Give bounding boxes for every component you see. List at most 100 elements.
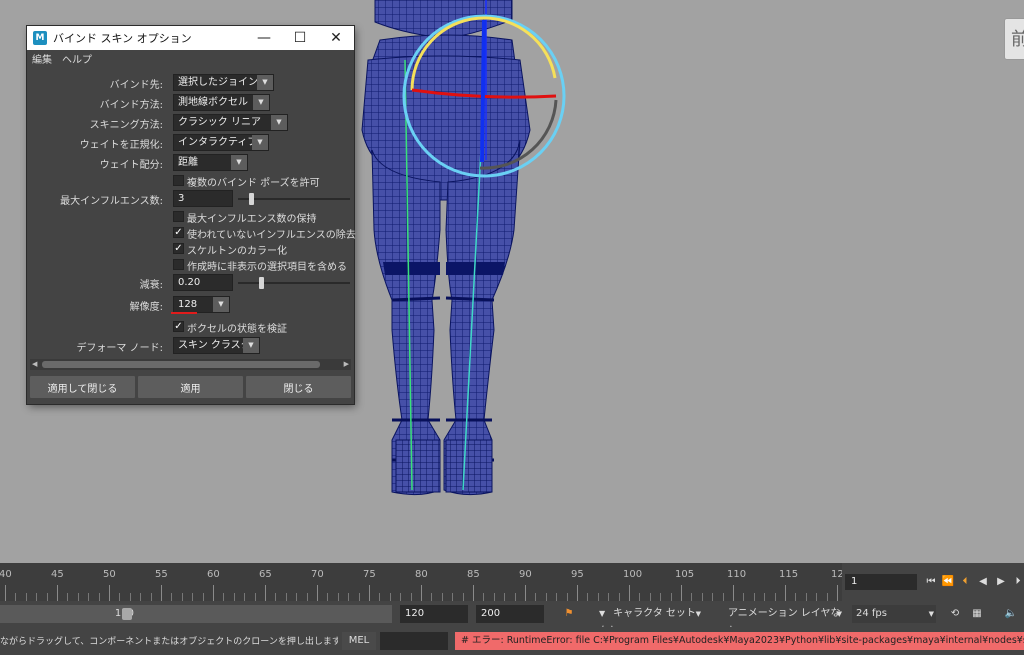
- ruler-minor-tick: [722, 593, 724, 601]
- play-backwards-icon[interactable]: ◀: [976, 575, 990, 589]
- ruler-minor-tick: [493, 593, 495, 601]
- bind-to-label: バインド先:: [109, 80, 163, 91]
- skinning-method-dropdown[interactable]: クラシック リニア ▼: [173, 114, 288, 131]
- multiple-bind-poses-checkbox[interactable]: [173, 175, 184, 186]
- step-back-key-icon[interactable]: ⏴: [958, 575, 972, 589]
- ruler-minor-tick: [254, 593, 256, 601]
- animation-end-field[interactable]: 200: [476, 605, 544, 623]
- ruler-minor-tick: [691, 593, 693, 601]
- ruler-tick: [681, 585, 682, 601]
- weight-distribution-dropdown[interactable]: 距離 ▼: [173, 154, 248, 171]
- character-set-dropdown[interactable]: ▼キャラクタ セットなし▼: [595, 605, 703, 637]
- horizontal-scrollbar[interactable]: ◀ ▶: [30, 359, 351, 370]
- ruler-minor-tick: [618, 593, 620, 601]
- validate-voxel-checkbox[interactable]: ✓: [173, 321, 184, 332]
- ruler-minor-tick: [348, 593, 350, 601]
- step-back-frame-icon[interactable]: ⏪: [941, 575, 955, 589]
- error-output[interactable]: # エラー: RuntimeError: file C:¥Program Fil…: [455, 632, 1024, 650]
- animation-layer-dropdown[interactable]: アニメーション レイヤなし▼: [724, 605, 844, 637]
- bind-to-dropdown[interactable]: 選択したジョイント ▼: [173, 74, 274, 91]
- time-ruler[interactable]: 40 45 50 55 60 65 70 75 80 85 90 95 100 105 110 115 120: [0, 563, 842, 601]
- ruler-minor-tick: [358, 593, 360, 601]
- loop-icon[interactable]: ⟲: [948, 607, 962, 621]
- multiple-bind-poses-row: 複数のバインド ポーズを許可: [30, 172, 351, 190]
- ruler-tick: [577, 585, 578, 601]
- view-cube[interactable]: 前: [1004, 18, 1024, 60]
- ruler-minor-tick: [150, 593, 152, 601]
- play-forwards-icon[interactable]: ▶: [994, 575, 1008, 589]
- falloff-slider-thumb[interactable]: [259, 277, 265, 289]
- ruler-tick: [733, 585, 734, 601]
- max-influences-slider[interactable]: [238, 193, 350, 205]
- step-forward-key-icon[interactable]: ⏵: [1011, 575, 1024, 589]
- mel-toggle-button[interactable]: MEL: [342, 632, 376, 650]
- max-influences-field[interactable]: 3: [173, 190, 233, 207]
- scroll-right-icon[interactable]: ▶: [344, 359, 349, 370]
- chevron-down-icon: ▼: [252, 135, 268, 150]
- colorize-skeleton-checkbox[interactable]: ✓: [173, 243, 184, 254]
- bind-method-dropdown[interactable]: 測地線ボクセル ▼: [173, 94, 270, 111]
- ruler-minor-tick: [98, 593, 100, 601]
- playback-end-field[interactable]: 120: [400, 605, 468, 623]
- falloff-field[interactable]: 0.20: [173, 274, 233, 291]
- chevron-down-icon: ▼: [257, 75, 273, 90]
- maximize-icon: ☐: [293, 30, 307, 46]
- close-button[interactable]: 閉じる: [246, 376, 351, 398]
- skinning-method-row: スキニング方法: クラシック リニア ▼: [30, 114, 351, 132]
- range-slider-bar[interactable]: 120: [0, 605, 392, 623]
- dialog-buttons: 適用して閉じる 適用 閉じる: [30, 376, 351, 398]
- ruler-minor-tick: [701, 593, 703, 601]
- ruler-minor-tick: [816, 593, 818, 601]
- skinning-method-label: スキニング方法:: [89, 120, 163, 131]
- ruler-minor-tick: [566, 593, 568, 601]
- minimize-button[interactable]: —: [246, 26, 282, 50]
- ruler-minor-tick: [223, 593, 225, 601]
- apply-button[interactable]: 適用: [138, 376, 243, 398]
- resolution-dropdown[interactable]: 128 ▼: [173, 296, 230, 313]
- maintain-max-influences-checkbox[interactable]: [173, 211, 184, 222]
- menu-edit[interactable]: 編集: [32, 51, 52, 66]
- maximize-button[interactable]: ☐: [282, 26, 318, 50]
- deformer-node-dropdown[interactable]: スキン クラスタ ▼: [173, 337, 260, 354]
- ruler-tick-label: 40: [0, 569, 12, 580]
- range-slider-handle[interactable]: [122, 608, 132, 620]
- fps-dropdown[interactable]: 24 fps ▼: [852, 605, 936, 623]
- go-to-start-icon[interactable]: ⏮: [924, 575, 938, 589]
- max-influences-slider-thumb[interactable]: [248, 193, 254, 205]
- auto-key-icon[interactable]: ⚑: [562, 607, 576, 621]
- remove-unused-influences-checkbox[interactable]: ✓: [173, 227, 184, 238]
- maya-app-icon: M: [33, 31, 47, 45]
- ruler-minor-tick: [337, 593, 339, 601]
- rotate-manipulator-blue: [480, 19, 486, 163]
- scrollbar-thumb[interactable]: [42, 361, 320, 368]
- falloff-slider[interactable]: [238, 277, 350, 289]
- ruler-minor-tick: [233, 593, 235, 601]
- minimize-icon: —: [257, 30, 271, 46]
- menu-help[interactable]: ヘルプ: [62, 51, 92, 66]
- bind-and-close-button[interactable]: 適用して閉じる: [30, 376, 135, 398]
- playback-options-icon[interactable]: ▦: [970, 607, 984, 621]
- bind-to-value: 選択したジョイント: [178, 77, 268, 88]
- current-frame-field[interactable]: 1: [845, 574, 917, 590]
- ruler-minor-tick: [743, 593, 745, 601]
- view-cube-label: 前: [1011, 29, 1024, 50]
- bind-to-row: バインド先: 選択したジョイント ▼: [30, 74, 351, 92]
- ruler-tick: [369, 585, 370, 601]
- ruler-tick-label: 65: [259, 569, 272, 580]
- normalize-weights-row: ウェイトを正規化: インタラクティブ ▼: [30, 134, 351, 152]
- dialog-titlebar[interactable]: M バインド スキン オプション — ☐ ✕: [27, 26, 354, 50]
- close-window-button[interactable]: ✕: [318, 26, 354, 50]
- ruler-tick: [161, 585, 162, 601]
- ruler-tick-label: 60: [207, 569, 220, 580]
- include-hidden-checkbox[interactable]: [173, 259, 184, 270]
- help-line: ながらドラッグして、コンポーネントまたはオブジェクトのクローンを押し出します。[…: [0, 637, 338, 647]
- dialog-content: バインド先: 選択したジョイント ▼ バインド方法: 測地線ボクセル ▼ スキニング…: [30, 68, 356, 374]
- sound-icon[interactable]: 🔈: [1004, 607, 1018, 621]
- mel-command-input[interactable]: [380, 632, 448, 650]
- ruler-tick-label: 45: [51, 569, 64, 580]
- resolution-value: 128: [178, 299, 198, 310]
- ruler-tick: [629, 585, 630, 601]
- ruler-minor-tick: [306, 593, 308, 601]
- scroll-left-icon[interactable]: ◀: [32, 359, 37, 370]
- normalize-weights-dropdown[interactable]: インタラクティブ ▼: [173, 134, 269, 151]
